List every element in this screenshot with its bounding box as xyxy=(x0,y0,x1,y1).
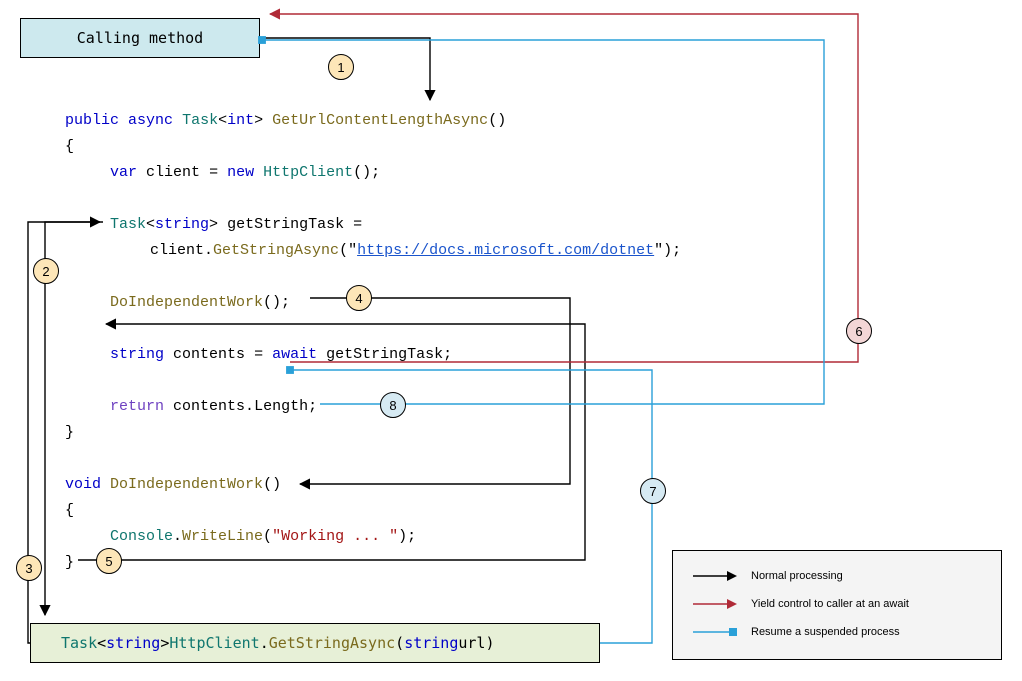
legend-row-resume: Resume a suspended process xyxy=(691,625,900,639)
legend-arrow-blue xyxy=(691,625,737,639)
calling-method-label: Calling method xyxy=(77,29,203,47)
step-4: 4 xyxy=(346,285,372,311)
code-task-decl: Task<string> getStringTask = xyxy=(110,212,362,238)
getstring-httpclient: HttpClient xyxy=(169,634,259,652)
getstring-gt: > xyxy=(160,634,169,652)
code-brace-open: { xyxy=(65,134,74,160)
legend-text-yield: Yield control to caller at an await xyxy=(751,598,909,610)
legend-text-resume: Resume a suspended process xyxy=(751,626,900,638)
code-void-brace-open: { xyxy=(65,498,74,524)
legend-text-normal: Normal processing xyxy=(751,570,843,582)
code-task-call: client.GetStringAsync("https://docs.micr… xyxy=(150,238,681,264)
code-void-brace-close: } xyxy=(65,550,74,576)
getstring-dot: . xyxy=(260,634,269,652)
calling-method-box: Calling method xyxy=(20,18,260,58)
getstring-argtype: string xyxy=(404,634,458,652)
legend-row-normal: Normal processing xyxy=(691,569,843,583)
legend-arrow-red xyxy=(691,597,737,611)
code-do-independent: DoIndependentWork(); xyxy=(110,290,290,316)
code-void-sig: void DoIndependentWork() xyxy=(65,472,281,498)
getstring-string: string xyxy=(106,634,160,652)
step-3: 3 xyxy=(16,555,42,581)
legend-box: Normal processing Yield control to calle… xyxy=(672,550,1002,660)
getstringasync-box: Task<string> HttpClient.GetStringAsync(s… xyxy=(30,623,600,663)
getstring-argname: url xyxy=(458,634,485,652)
code-method-signature: public async Task<int> GetUrlContentLeng… xyxy=(65,108,506,134)
step-2: 2 xyxy=(33,258,59,284)
getstring-lt: < xyxy=(97,634,106,652)
getstring-open: ( xyxy=(395,634,404,652)
code-await-line: string contents = await getStringTask; xyxy=(110,342,452,368)
step-7: 7 xyxy=(640,478,666,504)
step-8: 8 xyxy=(380,392,406,418)
step-6: 6 xyxy=(846,318,872,344)
code-return-line: return contents.Length; xyxy=(110,394,317,420)
code-client-decl: var client = new HttpClient(); xyxy=(110,160,380,186)
step-1: 1 xyxy=(328,54,354,80)
getstring-method: GetStringAsync xyxy=(269,634,395,652)
getstring-task-type: Task xyxy=(61,634,97,652)
legend-arrow-black xyxy=(691,569,737,583)
code-brace-close: } xyxy=(65,420,74,446)
step-5: 5 xyxy=(96,548,122,574)
code-writeline: Console.WriteLine("Working ... "); xyxy=(110,524,416,550)
legend-row-yield: Yield control to caller at an await xyxy=(691,597,909,611)
getstring-close: ) xyxy=(485,634,494,652)
